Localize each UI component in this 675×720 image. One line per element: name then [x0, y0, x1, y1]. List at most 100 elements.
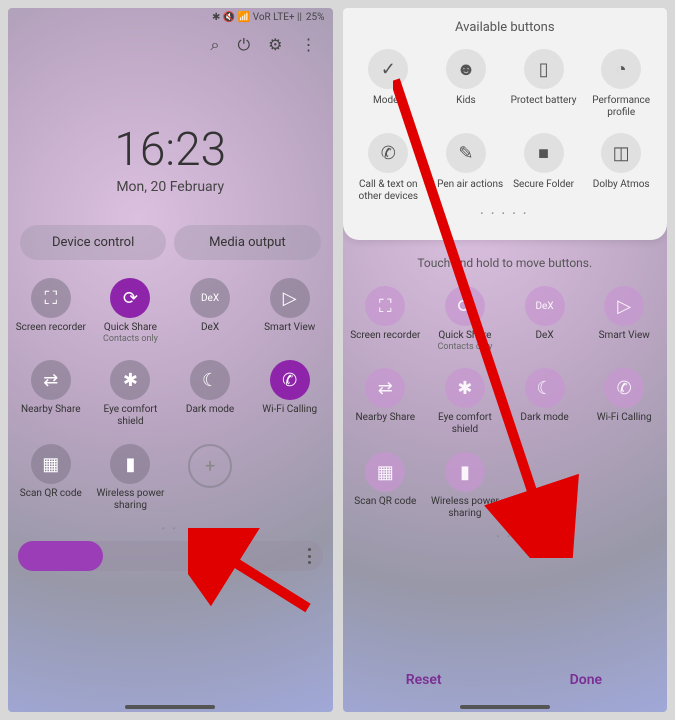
tile-label: Dark mode: [173, 404, 247, 416]
tile-label: Wireless power sharing: [428, 496, 502, 520]
drawer-icon: ✎: [446, 133, 486, 173]
gesture-bar: [125, 705, 215, 709]
tile-icon: DeX: [190, 278, 230, 318]
qs-top-icons: ⌕ ⏻ ⚙ ⋮: [8, 27, 333, 63]
qs-tile[interactable]: ▷ Smart View: [585, 280, 663, 358]
tile-icon: ✆: [604, 368, 644, 408]
qs-tile[interactable]: ▷ Smart View: [251, 272, 329, 350]
qs-tile[interactable]: ⟳ Quick ShareContacts only: [92, 272, 170, 350]
qs-tile[interactable]: DeX DeX: [171, 272, 249, 350]
menu-icon[interactable]: ⋮: [301, 35, 317, 55]
search-icon[interactable]: ⌕: [211, 35, 220, 55]
tile-icon: ⛶: [365, 286, 405, 326]
drawer-label: Dolby Atmos: [583, 179, 659, 191]
qs-tile[interactable]: ▦Scan QR code: [347, 446, 425, 526]
tile-label: Eye comfort shield: [94, 404, 168, 428]
drawer-label: Secure Folder: [506, 179, 582, 191]
tile-sublabel: Contacts only: [428, 342, 502, 352]
tile-label: Smart View: [253, 322, 327, 334]
qs-tile[interactable]: ⟳ Quick ShareContacts only: [426, 280, 504, 358]
tile-label: Quick Share: [428, 330, 502, 342]
qs-tile[interactable]: ⛶ Screen recorder: [12, 272, 90, 350]
tile-label: Dark mode: [508, 412, 582, 424]
status-icons: ✱ 🔇 📶 VoR LTE+ ||: [212, 12, 302, 23]
drawer-label: Protect battery: [506, 95, 582, 107]
add-tile-button[interactable]: +: [171, 438, 249, 518]
drawer-tile[interactable]: ◔ Performance profile: [583, 49, 659, 119]
qs-tile[interactable]: ✆Wi-Fi Calling: [585, 362, 663, 442]
time-text: 16:23: [8, 123, 333, 177]
tile-icon: ⟳: [445, 286, 485, 326]
tile-icon: ☾: [525, 368, 565, 408]
qs-tile[interactable]: ✱ Eye comfort shield: [92, 354, 170, 434]
settings-icon[interactable]: ⚙: [268, 35, 282, 55]
tile-sublabel: Contacts only: [94, 334, 168, 344]
plus-icon: +: [188, 444, 232, 488]
phone-right: Available buttons ✓Modes☻Kids▯Protect ba…: [343, 8, 668, 712]
qs-tile[interactable]: ☾ Dark mode: [171, 354, 249, 434]
tile-icon: ⟳: [110, 278, 150, 318]
tile-icon: ✱: [445, 368, 485, 408]
tile-label: Nearby Share: [14, 404, 88, 416]
drawer-label: Call & text on other devices: [351, 179, 427, 203]
tile-label: Smart View: [587, 330, 661, 342]
qs-tile[interactable]: ▮Wireless power sharing: [92, 438, 170, 518]
tile-label: Screen recorder: [349, 330, 423, 342]
tile-label: Eye comfort shield: [428, 412, 502, 436]
tile-icon: ▮: [110, 444, 150, 484]
drawer-tile[interactable]: ■Secure Folder: [506, 133, 582, 203]
gesture-bar: [460, 705, 550, 709]
drawer-tile[interactable]: ☻Kids: [428, 49, 504, 119]
device-control-button[interactable]: Device control: [20, 225, 166, 260]
tile-icon: ▮: [445, 452, 485, 492]
control-pills: Device control Media output: [20, 225, 321, 260]
drawer-icon: ▯: [524, 49, 564, 89]
drawer-label: Performance profile: [583, 95, 659, 119]
tile-label: Quick Share: [94, 322, 168, 334]
drawer-grid: ✓ Modes☻Kids ▯ Protect battery ◔ Performance …: [351, 49, 660, 203]
drawer-tile[interactable]: ▯ Protect battery: [506, 49, 582, 119]
drawer-dots: • • • • •: [351, 209, 660, 218]
power-icon[interactable]: ⏻: [238, 35, 251, 55]
qs-tile[interactable]: DeXDeX: [506, 280, 584, 358]
tile-icon: ▷: [270, 278, 310, 318]
tile-icon: ⛶: [31, 278, 71, 318]
drawer-icon: ✆: [368, 133, 408, 173]
phone-left: ✱ 🔇 📶 VoR LTE+ || 25% ⌕ ⏻ ⚙ ⋮ 16:23 Mon,…: [8, 8, 333, 712]
battery-percent: 25%: [306, 12, 325, 23]
tile-icon: ✆: [270, 360, 310, 400]
tile-label: Nearby Share: [349, 412, 423, 424]
qs-tile[interactable]: ⇄ Nearby Share: [12, 354, 90, 434]
drawer-tile[interactable]: ◫ Dolby Atmos: [583, 133, 659, 203]
drawer-label: Modes: [351, 95, 427, 107]
brightness-menu-icon[interactable]: [308, 548, 313, 564]
brightness-slider[interactable]: [18, 541, 323, 571]
drawer-tile[interactable]: ✆ Call & text on other devices: [351, 133, 427, 203]
done-button[interactable]: Done: [505, 672, 667, 688]
tile-icon: ⇄: [31, 360, 71, 400]
tile-icon: ▦: [365, 452, 405, 492]
tile-icon: ⇄: [365, 368, 405, 408]
drawer-icon: ◔: [601, 49, 641, 89]
tile-label: Screen recorder: [14, 322, 88, 334]
reset-button[interactable]: Reset: [343, 672, 505, 688]
tile-label: Scan QR code: [14, 488, 88, 500]
qs-tile[interactable]: ✆Wi-Fi Calling: [251, 354, 329, 434]
qs-tile[interactable]: ▦Scan QR code: [12, 438, 90, 518]
drawer-icon: ◫: [601, 133, 641, 173]
qs-tile[interactable]: ⛶ Screen recorder: [347, 280, 425, 358]
drawer-tile[interactable]: ✎ S Pen air actions: [428, 133, 504, 203]
page-dots: • •: [8, 524, 333, 533]
qs-tile[interactable]: ☾ Dark mode: [506, 362, 584, 442]
media-output-button[interactable]: Media output: [174, 225, 320, 260]
tile-icon: ✱: [110, 360, 150, 400]
drawer-icon: ✓: [368, 49, 408, 89]
qs-tile[interactable]: ✱ Eye comfort shield: [426, 362, 504, 442]
qs-tile[interactable]: ▮ Wireless power sharing: [426, 446, 504, 526]
qs-tile[interactable]: ⇄ Nearby Share: [347, 362, 425, 442]
tile-icon: ☾: [190, 360, 230, 400]
tile-label: DeX: [173, 322, 247, 334]
drawer-tile[interactable]: ✓ Modes: [351, 49, 427, 119]
drawer-label: S Pen air actions: [428, 179, 504, 191]
tile-icon: ▷: [604, 286, 644, 326]
